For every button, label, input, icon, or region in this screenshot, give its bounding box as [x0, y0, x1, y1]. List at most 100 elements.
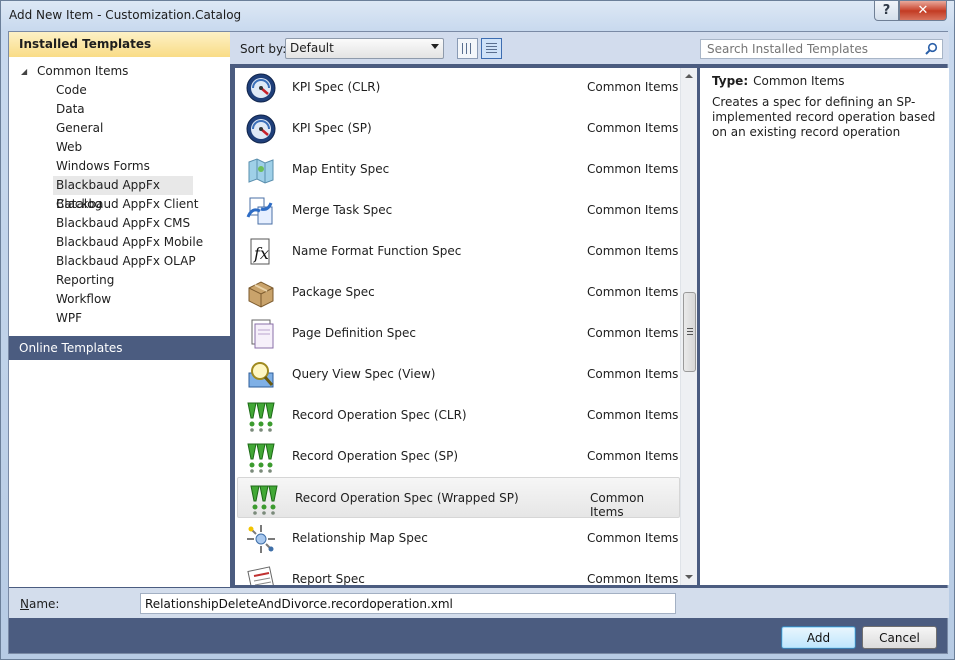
- template-row[interactable]: KPI Spec (CLR) Common Items: [235, 68, 680, 108]
- add-button[interactable]: Add: [781, 626, 856, 649]
- detail-type: Type: Common Items: [712, 73, 937, 89]
- name-input[interactable]: [140, 593, 676, 614]
- tree-root-common-items[interactable]: ◢ Common Items: [9, 62, 230, 81]
- search-icon[interactable]: [924, 42, 938, 56]
- template-row[interactable]: fx Name Format Function Spec Common Items: [235, 231, 680, 272]
- map-icon: [245, 154, 277, 186]
- chevron-down-icon: [431, 44, 439, 49]
- record-operation-icon: [248, 483, 280, 515]
- tree-item[interactable]: WPF: [9, 309, 230, 328]
- list-view-icon: [486, 43, 497, 54]
- tree-item[interactable]: Blackbaud AppFx OLAP: [9, 252, 230, 271]
- tree-item[interactable]: Reporting: [9, 271, 230, 290]
- template-row[interactable]: Package Spec Common Items: [235, 272, 680, 313]
- template-name: Relationship Map Spec: [292, 531, 428, 545]
- small-icons-view-button[interactable]: [457, 38, 478, 59]
- add-new-item-dialog: Add New Item - Customization.Catalog ? ✕…: [0, 0, 955, 660]
- template-name: KPI Spec (CLR): [292, 80, 381, 94]
- template-row[interactable]: Merge Task Spec Common Items: [235, 190, 680, 231]
- template-name: Package Spec: [292, 285, 375, 299]
- template-row[interactable]: Query View Spec (View) Common Items: [235, 354, 680, 395]
- scroll-up-icon[interactable]: [685, 74, 693, 78]
- template-name: KPI Spec (SP): [292, 121, 372, 135]
- list-view-button[interactable]: [481, 38, 502, 59]
- template-row[interactable]: Report Spec Common Items: [235, 559, 680, 585]
- template-row[interactable]: Record Operation Spec (SP) Common Items: [235, 436, 680, 477]
- template-name: Record Operation Spec (CLR): [292, 408, 467, 422]
- detail-type-label: Type:: [712, 74, 749, 88]
- installed-templates-header[interactable]: Installed Templates: [9, 32, 230, 57]
- cancel-button[interactable]: Cancel: [862, 626, 937, 649]
- dialog-client-area: Installed Templates ◢ Common Items Code D…: [8, 31, 949, 654]
- title-bar: Add New Item - Customization.Catalog ? ✕: [1, 1, 954, 31]
- scroll-down-icon[interactable]: [685, 575, 693, 579]
- template-category: Common Items: [587, 572, 679, 585]
- template-category: Common Items: [587, 326, 679, 340]
- tree-item[interactable]: General: [9, 119, 230, 138]
- online-templates-header[interactable]: Online Templates: [9, 336, 230, 360]
- tree-item[interactable]: Blackbaud AppFx Catalog: [53, 176, 193, 211]
- template-category: Common Items: [587, 449, 679, 463]
- tree-item[interactable]: Blackbaud AppFx CMS: [9, 214, 230, 233]
- template-row[interactable]: Record Operation Spec (Wrapped SP) Common…: [237, 477, 680, 519]
- help-button[interactable]: ?: [874, 1, 899, 21]
- template-category: Common Items: [587, 244, 679, 258]
- template-name: Merge Task Spec: [292, 203, 393, 217]
- template-category: Common Items: [587, 285, 679, 299]
- template-row[interactable]: KPI Spec (SP) Common Items: [235, 108, 680, 149]
- svg-text:fx: fx: [253, 244, 269, 263]
- report-icon: [245, 564, 277, 585]
- gauge-icon: [245, 72, 277, 104]
- sort-by-dropdown[interactable]: Default: [285, 38, 444, 59]
- template-name: Name Format Function Spec: [292, 244, 462, 258]
- search-input[interactable]: [702, 41, 917, 57]
- template-tree: ◢ Common Items Code Data General Web Windows…: [9, 62, 230, 328]
- tree-item[interactable]: Code: [9, 81, 230, 100]
- tree-item[interactable]: Windows Forms: [9, 157, 230, 176]
- magnifier-icon: [245, 359, 277, 391]
- templates-pane-blank: [9, 360, 230, 587]
- name-label-text: ame:: [28, 597, 60, 611]
- template-category: Common Items: [587, 408, 679, 422]
- grip-icon: [687, 328, 693, 335]
- tree-item[interactable]: Blackbaud AppFx Client: [9, 195, 230, 214]
- detail-type-value: Common Items: [753, 74, 845, 88]
- template-list-scrollbar[interactable]: [680, 68, 697, 585]
- record-operation-icon: [245, 441, 277, 473]
- tree-item[interactable]: Blackbaud AppFx Mobile: [9, 233, 230, 252]
- function-icon: fx: [245, 236, 277, 268]
- tree-item[interactable]: Web: [9, 138, 230, 157]
- scroll-thumb[interactable]: [683, 292, 696, 372]
- search-box[interactable]: [700, 39, 943, 59]
- template-category: Common Items: [587, 531, 679, 545]
- template-name: Record Operation Spec (Wrapped SP): [295, 491, 519, 505]
- details-pane: Type: Common Items Creates a spec for def…: [700, 68, 949, 585]
- template-name: Query View Spec (View): [292, 367, 436, 381]
- template-category: Common Items: [587, 121, 679, 135]
- template-row[interactable]: Relationship Map Spec Common Items: [235, 518, 680, 559]
- name-label: Name:: [20, 597, 59, 611]
- grid-view-icon: [462, 43, 473, 54]
- template-name: Report Spec: [292, 572, 365, 585]
- page-icon: [245, 318, 277, 350]
- tree-item[interactable]: Data: [9, 100, 230, 119]
- template-row[interactable]: Page Definition Spec Common Items: [235, 313, 680, 354]
- relationship-icon: [245, 523, 277, 555]
- sort-by-value: Default: [290, 41, 334, 55]
- window-title: Add New Item - Customization.Catalog: [9, 8, 242, 22]
- template-category: Common Items: [587, 367, 679, 381]
- close-button[interactable]: ✕: [899, 1, 947, 21]
- add-button-label: Add: [806, 630, 831, 645]
- template-row[interactable]: Record Operation Spec (CLR) Common Items: [235, 395, 680, 436]
- tree-item[interactable]: Workflow: [9, 290, 230, 309]
- merge-icon: [245, 195, 277, 227]
- search-area: [698, 32, 949, 64]
- templates-pane: Installed Templates ◢ Common Items Code D…: [9, 32, 230, 587]
- template-row[interactable]: Map Entity Spec Common Items: [235, 149, 680, 190]
- template-name: Record Operation Spec (SP): [292, 449, 459, 463]
- name-bar: Name:: [9, 588, 949, 618]
- expand-arrow-icon[interactable]: ◢: [21, 62, 37, 81]
- tree-root-label: Common Items: [37, 64, 129, 78]
- template-category: Common Items: [587, 203, 679, 217]
- template-category: Common Items: [587, 80, 679, 94]
